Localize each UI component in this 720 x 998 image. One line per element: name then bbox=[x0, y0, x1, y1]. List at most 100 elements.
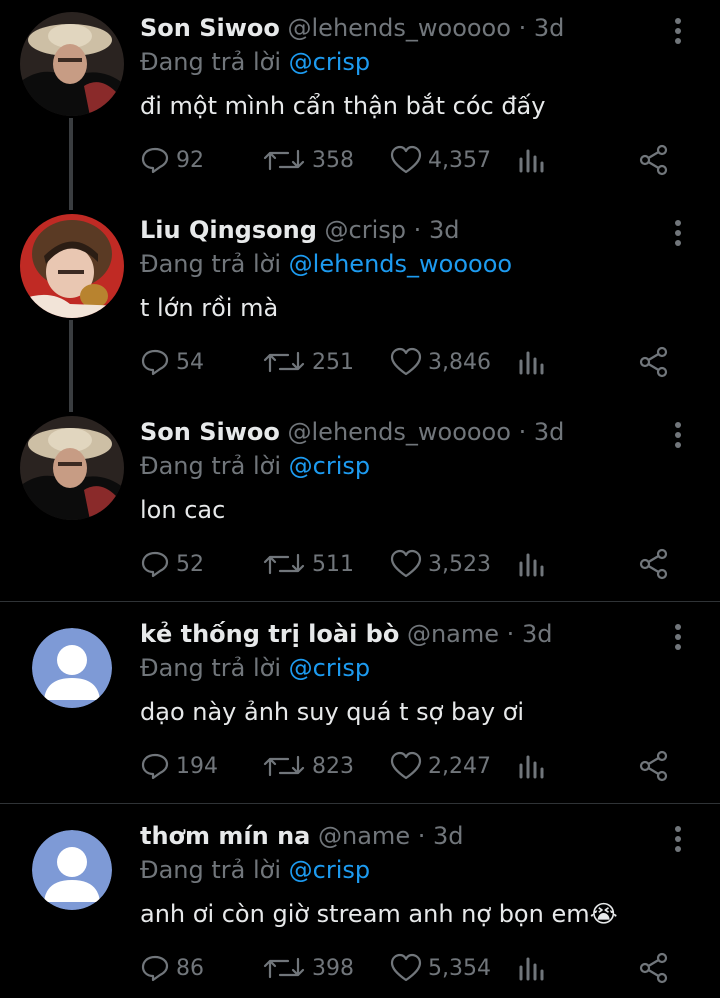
display-name[interactable]: kẻ thống trị loài bò bbox=[140, 620, 399, 648]
replying-to-label: Đang trả lời bbox=[140, 856, 282, 884]
reply-button[interactable]: 194 bbox=[140, 746, 218, 786]
retweet-icon bbox=[263, 553, 305, 575]
retweet-button[interactable]: 511 bbox=[262, 544, 354, 584]
replying-to-handle[interactable]: @crisp bbox=[289, 856, 370, 884]
replying-to-label: Đang trả lời bbox=[140, 250, 282, 278]
share-button[interactable] bbox=[638, 948, 670, 988]
tweet-text: t lớn rồi mà bbox=[140, 294, 279, 322]
timestamp[interactable]: 3d bbox=[429, 216, 460, 244]
share-button[interactable] bbox=[638, 342, 670, 382]
tweet-text: dạo này ảnh suy quá t sợ bay ơi bbox=[140, 698, 525, 726]
stats-button[interactable] bbox=[518, 544, 546, 584]
heart-icon bbox=[390, 145, 422, 174]
default-avatar[interactable] bbox=[32, 628, 112, 708]
default-avatar[interactable] bbox=[32, 830, 112, 910]
avatar[interactable] bbox=[20, 416, 124, 520]
stats-button[interactable] bbox=[518, 342, 546, 382]
share-button[interactable] bbox=[638, 544, 670, 584]
tweet-text: lon cac bbox=[140, 496, 226, 524]
display-name[interactable]: Son Siwoo bbox=[140, 14, 280, 42]
stats-button[interactable] bbox=[518, 746, 546, 786]
retweet-button[interactable]: 358 bbox=[262, 140, 354, 180]
tweet-actions: 54 251 3,846 bbox=[140, 342, 720, 382]
heart-icon bbox=[390, 549, 422, 578]
like-button[interactable]: 3,523 bbox=[390, 544, 491, 584]
tweet[interactable]: Liu Qingsong @crisp · 3d Đang trả lời @l… bbox=[0, 202, 720, 404]
tweet[interactable]: kẻ thống trị loài bò @name · 3d Đang trả… bbox=[0, 606, 720, 803]
reply-button[interactable]: 54 bbox=[140, 342, 204, 382]
timestamp[interactable]: 3d bbox=[534, 14, 565, 42]
retweet-icon bbox=[263, 149, 305, 171]
tweet[interactable]: thơm mín na @name · 3d Đang trả lời @cri… bbox=[0, 808, 720, 998]
replying-to-label: Đang trả lời bbox=[140, 452, 282, 480]
reply-button[interactable]: 86 bbox=[140, 948, 204, 988]
more-options-icon[interactable] bbox=[668, 218, 688, 248]
timestamp[interactable]: 3d bbox=[433, 822, 464, 850]
retweet-button[interactable]: 398 bbox=[262, 948, 354, 988]
replying-to-handle[interactable]: @crisp bbox=[289, 48, 370, 76]
user-handle[interactable]: @lehends_wooooo bbox=[288, 14, 511, 42]
reply-button[interactable]: 52 bbox=[140, 544, 204, 584]
replying-to-handle[interactable]: @crisp bbox=[289, 452, 370, 480]
heart-icon bbox=[390, 347, 422, 376]
like-count: 3,846 bbox=[428, 349, 491, 375]
avatar[interactable] bbox=[20, 12, 124, 116]
share-button[interactable] bbox=[638, 140, 670, 180]
like-button[interactable]: 2,247 bbox=[390, 746, 491, 786]
like-button[interactable]: 5,354 bbox=[390, 948, 491, 988]
tweet[interactable]: Son Siwoo @lehends_wooooo · 3d Đang trả … bbox=[0, 0, 720, 202]
replying-to: Đang trả lời @crisp bbox=[140, 44, 370, 80]
tweet-actions: 86 398 5,354 bbox=[140, 948, 720, 988]
stats-button[interactable] bbox=[518, 948, 546, 988]
tweet-actions: 194 823 2,247 bbox=[140, 746, 720, 786]
retweet-button[interactable]: 251 bbox=[262, 342, 354, 382]
like-button[interactable]: 3,846 bbox=[390, 342, 491, 382]
reply-count: 194 bbox=[176, 753, 218, 779]
retweet-count: 398 bbox=[312, 955, 354, 981]
stats-button[interactable] bbox=[518, 140, 546, 180]
replying-to-handle[interactable]: @lehends_wooooo bbox=[289, 250, 512, 278]
replying-to-handle[interactable]: @crisp bbox=[289, 654, 370, 682]
retweet-button[interactable]: 823 bbox=[262, 746, 354, 786]
more-options-icon[interactable] bbox=[668, 420, 688, 450]
avatar[interactable] bbox=[20, 214, 124, 318]
user-handle[interactable]: @name bbox=[407, 620, 499, 648]
tweet-header: Son Siwoo @lehends_wooooo · 3d bbox=[140, 10, 650, 46]
display-name[interactable]: Liu Qingsong bbox=[140, 216, 317, 244]
more-options-icon[interactable] bbox=[668, 824, 688, 854]
user-handle[interactable]: @lehends_wooooo bbox=[288, 418, 511, 446]
retweet-count: 358 bbox=[312, 147, 354, 173]
like-button[interactable]: 4,357 bbox=[390, 140, 491, 180]
share-icon bbox=[639, 346, 668, 378]
display-name[interactable]: Son Siwoo bbox=[140, 418, 280, 446]
tweet-header: thơm mín na @name · 3d bbox=[140, 818, 650, 854]
tweet[interactable]: Son Siwoo @lehends_wooooo · 3d Đang trả … bbox=[0, 404, 720, 601]
user-handle[interactable]: @crisp bbox=[325, 216, 406, 244]
tweet-header: Son Siwoo @lehends_wooooo · 3d bbox=[140, 414, 650, 450]
timestamp[interactable]: 3d bbox=[522, 620, 553, 648]
divider bbox=[0, 803, 720, 804]
retweet-icon bbox=[263, 755, 305, 777]
like-count: 5,354 bbox=[428, 955, 491, 981]
share-button[interactable] bbox=[638, 746, 670, 786]
replying-to: Đang trả lời @lehends_wooooo bbox=[140, 246, 512, 282]
display-name[interactable]: thơm mín na bbox=[140, 822, 310, 850]
timestamp[interactable]: 3d bbox=[534, 418, 565, 446]
tweet-text: anh ơi còn giờ stream anh nợ bọn em😭 bbox=[140, 896, 618, 932]
stats-icon bbox=[519, 755, 544, 779]
more-options-icon[interactable] bbox=[668, 622, 688, 652]
share-icon bbox=[639, 144, 668, 176]
reply-count: 86 bbox=[176, 955, 204, 981]
stats-icon bbox=[519, 553, 544, 577]
reply-icon bbox=[141, 551, 169, 578]
stats-icon bbox=[519, 149, 544, 173]
share-icon bbox=[639, 750, 668, 782]
more-options-icon[interactable] bbox=[668, 16, 688, 46]
user-handle[interactable]: @name bbox=[318, 822, 410, 850]
retweet-icon bbox=[263, 957, 305, 979]
like-count: 4,357 bbox=[428, 147, 491, 173]
tweet-actions: 52 511 3,523 bbox=[140, 544, 720, 584]
reply-button[interactable]: 92 bbox=[140, 140, 204, 180]
separator-dot: · bbox=[417, 822, 426, 850]
retweet-count: 251 bbox=[312, 349, 354, 375]
